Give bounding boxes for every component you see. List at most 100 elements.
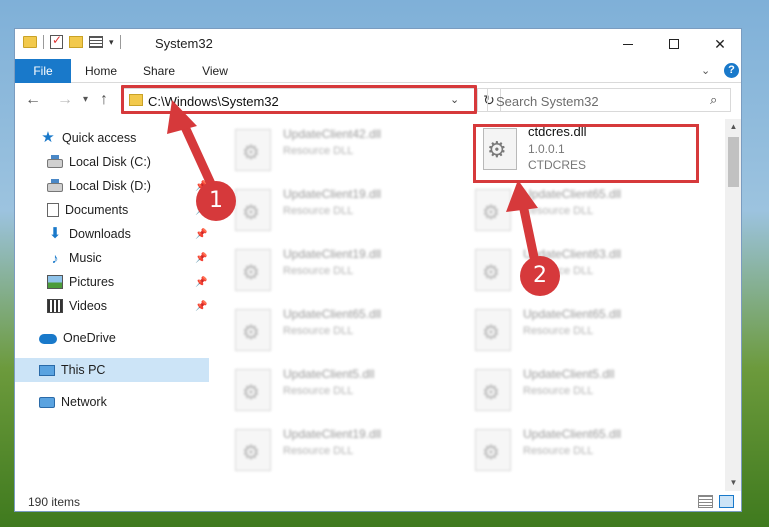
- pin-icon[interactable]: 📌: [195, 253, 207, 264]
- pin-icon[interactable]: 📌: [195, 229, 207, 240]
- file-name: UpdateClient19.dll: [283, 427, 382, 441]
- navigation-pane: ★ Quick access Local Disk (C:) Local Dis…: [15, 121, 209, 493]
- sidebar-item-label: Network: [61, 395, 107, 409]
- pin-icon[interactable]: 📌: [195, 277, 207, 288]
- network-icon: [39, 396, 55, 408]
- close-button[interactable]: ✕: [697, 29, 741, 59]
- list-item[interactable]: UpdateClient65.dll Resource DLL: [215, 303, 445, 359]
- dll-file-icon: [475, 369, 511, 411]
- ribbon: File Home Share View ⌄ ?: [15, 59, 741, 83]
- list-item[interactable]: UpdateClient65.dll Resource DLL: [455, 303, 685, 359]
- recent-locations-chevron-icon[interactable]: ▾: [83, 94, 88, 105]
- list-item[interactable]: UpdateClient19.dll Resource DLL: [215, 183, 445, 239]
- sidebar-item-local-disk-c[interactable]: Local Disk (C:): [15, 150, 209, 174]
- sidebar-item-downloads[interactable]: ⬇ Downloads 📌: [15, 222, 209, 246]
- dll-file-icon: [235, 129, 271, 171]
- step-badge-1: 1: [196, 181, 236, 221]
- expand-ribbon-chevron-icon[interactable]: ⌄: [701, 64, 710, 77]
- minimize-button[interactable]: [605, 29, 651, 59]
- sidebar-item-label: Documents: [65, 203, 129, 217]
- list-item[interactable]: UpdateClient19.dll Resource DLL: [215, 243, 445, 299]
- sidebar-item-label: Videos: [69, 299, 107, 313]
- drive-icon: [47, 155, 63, 168]
- sidebar-item-label: This PC: [61, 363, 106, 377]
- status-bar: 190 items: [15, 491, 741, 511]
- list-item[interactable]: UpdateClient63.dll Resource DLL: [455, 243, 685, 299]
- search-icon[interactable]: ⌕: [710, 92, 717, 108]
- list-item[interactable]: UpdateClient65.dll Resource DLL: [455, 423, 685, 479]
- videos-icon: [47, 299, 63, 313]
- quick-access-toolbar: ▾: [23, 33, 121, 49]
- pictures-icon: [47, 275, 63, 289]
- tab-home[interactable]: Home: [81, 59, 121, 83]
- search-placeholder[interactable]: Search System32: [496, 94, 599, 109]
- navigation-bar: ← → ▾ ↑ C:\Windows\System32 ⌄ ↻ Search S…: [15, 84, 741, 116]
- help-icon[interactable]: ?: [724, 63, 739, 78]
- list-item[interactable]: UpdateClient5.dll Resource DLL: [455, 363, 685, 419]
- dll-file-icon: [475, 249, 511, 291]
- file-name: UpdateClient5.dll: [523, 367, 615, 381]
- file-type: Resource DLL: [283, 205, 354, 217]
- customize-toolbar-chevron-icon[interactable]: ▾: [109, 37, 114, 48]
- maximize-button[interactable]: [651, 29, 697, 59]
- file-type: Resource DLL: [283, 265, 354, 277]
- window-title: System32: [155, 36, 213, 51]
- sidebar-item-network[interactable]: Network: [15, 390, 209, 414]
- tab-file[interactable]: File: [15, 59, 71, 83]
- sidebar-item-label: Music: [69, 251, 102, 265]
- list-item[interactable]: UpdateClient5.dll Resource DLL: [215, 363, 445, 419]
- sidebar-item-label: Quick access: [62, 131, 137, 145]
- item-count: 190 items: [28, 495, 81, 509]
- file-type: Resource DLL: [283, 385, 354, 397]
- file-name: UpdateClient19.dll: [283, 247, 382, 261]
- sidebar-item-videos[interactable]: Videos 📌: [15, 294, 209, 318]
- properties-icon[interactable]: [50, 33, 63, 49]
- computer-icon: [39, 364, 55, 376]
- sidebar-item-label: Pictures: [69, 275, 115, 289]
- vertical-scrollbar[interactable]: ▲ ▼: [725, 119, 741, 491]
- file-name: UpdateClient42.dll: [283, 127, 382, 141]
- dll-file-icon: [475, 189, 511, 231]
- title-bar: ▾ System32 ✕: [15, 29, 741, 59]
- sidebar-item-label: Local Disk (C:): [69, 155, 151, 169]
- scroll-thumb[interactable]: [728, 137, 739, 187]
- sidebar-item-this-pc[interactable]: This PC: [15, 358, 209, 382]
- details-view-icon[interactable]: [698, 495, 713, 508]
- scroll-down-icon[interactable]: ▼: [725, 475, 741, 491]
- close-icon: ✕: [714, 35, 726, 52]
- folder-icon: [23, 36, 37, 48]
- tab-view[interactable]: View: [197, 59, 233, 83]
- dll-file-icon: [235, 429, 271, 471]
- dll-file-icon: [235, 189, 271, 231]
- new-folder-icon[interactable]: [69, 36, 83, 48]
- sidebar-item-label: Downloads: [69, 227, 131, 241]
- tab-share[interactable]: Share: [139, 59, 179, 83]
- up-arrow-icon[interactable]: ↑: [100, 91, 108, 109]
- sidebar-item-onedrive[interactable]: OneDrive: [15, 326, 209, 350]
- cloud-icon: [39, 334, 57, 344]
- back-arrow-icon[interactable]: ←: [25, 91, 41, 109]
- sidebar-item-pictures[interactable]: Pictures 📌: [15, 270, 209, 294]
- file-highlight-box: [473, 124, 699, 183]
- sidebar-item-local-disk-d[interactable]: Local Disk (D:) 📌: [15, 174, 209, 198]
- list-item[interactable]: UpdateClient19.dll Resource DLL: [215, 423, 445, 479]
- dll-file-icon: [475, 429, 511, 471]
- list-item[interactable]: UpdateClient42.dll Resource DLL: [215, 123, 445, 179]
- step-badge-2: 2: [520, 256, 560, 296]
- dll-file-icon: [235, 249, 271, 291]
- search-box[interactable]: Search System32 ⌕: [487, 88, 731, 112]
- forward-arrow-icon[interactable]: →: [57, 91, 73, 109]
- file-type: Resource DLL: [523, 325, 594, 337]
- list-item[interactable]: UpdateClient65.dll Resource DLL: [455, 183, 685, 239]
- toolbar-divider: [43, 35, 44, 49]
- documents-icon: [47, 203, 59, 217]
- sidebar-item-music[interactable]: ♪ Music 📌: [15, 246, 209, 270]
- dll-file-icon: [235, 369, 271, 411]
- view-icon[interactable]: [89, 36, 103, 48]
- scroll-up-icon[interactable]: ▲: [725, 119, 741, 135]
- tiles-view-icon[interactable]: [719, 495, 734, 508]
- sidebar-item-documents[interactable]: Documents 📌: [15, 198, 209, 222]
- pin-icon[interactable]: 📌: [195, 301, 207, 312]
- sidebar-item-quick-access[interactable]: ★ Quick access: [15, 126, 209, 150]
- download-icon: ⬇: [48, 225, 62, 242]
